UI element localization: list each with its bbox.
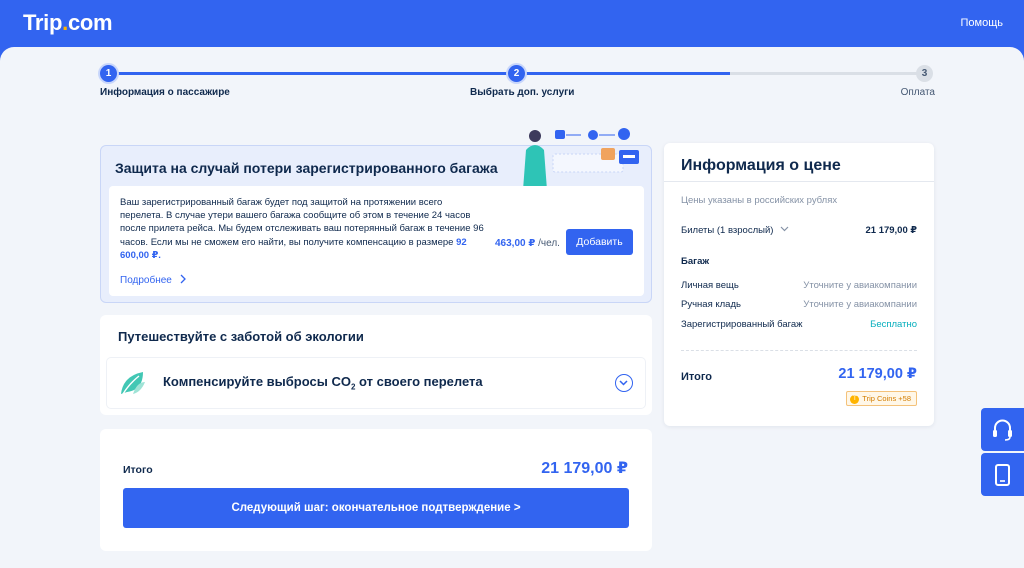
baggage-price-value: 463,00 ₽ (495, 238, 536, 249)
baggage-title: Защита на случай потери зарегистрированн… (115, 160, 498, 176)
step-1-circle: 1 (100, 65, 117, 82)
logo-text-suffix: com (67, 10, 113, 35)
baggage-row-carryon: Ручная кладь Уточните у авиакомпании (681, 299, 917, 310)
price-total-amount: 21 179,00 ₽ (838, 366, 917, 382)
baggage-row-value: Уточните у авиакомпании (803, 299, 917, 310)
step-2-label: Выбрать доп. услуги (470, 87, 575, 98)
top-bar: Trip.com Помощь (0, 0, 1024, 50)
trip-coins-label: Trip Coins +58 (862, 394, 911, 403)
progress-fill (109, 72, 730, 75)
divider (664, 181, 934, 182)
baggage-row-personal: Личная вещь Уточните у авиакомпании (681, 280, 917, 291)
eco-offset-post: от своего перелета (355, 374, 483, 389)
eco-offset-pre: Компенсируйте выбросы CO (163, 374, 351, 389)
price-info-title: Информация о цене (681, 157, 841, 174)
step-2-circle: 2 (508, 65, 525, 82)
help-link[interactable]: Помощь (961, 17, 1004, 29)
currency-note: Цены указаны в российских рублях (681, 195, 838, 206)
leaf-icon (121, 372, 145, 395)
tickets-row[interactable]: Билеты (1 взрослый) 21 179,00 ₽ (681, 225, 917, 236)
more-info-label: Подробнее (120, 275, 172, 286)
chevron-down-icon[interactable] (615, 374, 633, 392)
baggage-row-label: Личная вещь (681, 280, 739, 291)
add-baggage-button[interactable]: Добавить (566, 229, 633, 255)
step-1-label: Информация о пассажире (100, 87, 230, 98)
trip-logo[interactable]: Trip.com (23, 10, 113, 36)
eco-offset-row[interactable]: Компенсируйте выбросы CO2 от своего пере… (107, 358, 645, 408)
total-amount: 21 179,00 ₽ (541, 460, 628, 477)
tickets-label: Билеты (1 взрослый) (681, 225, 774, 236)
price-total-label: Итого (681, 371, 713, 383)
logo-text-main: Trip (23, 10, 63, 35)
progress-stepper: 1 2 3 Информация о пассажире Выбрать доп… (100, 65, 935, 105)
baggage-row-label: Зарегистрированный багаж (681, 319, 803, 330)
baggage-price: 463,00 ₽ /чел. (495, 238, 560, 249)
main-content: 1 2 3 Информация о пассажире Выбрать доп… (0, 47, 1024, 568)
baggage-description-text: Ваш зарегистрированный багаж будет под з… (120, 197, 484, 248)
eco-card: Путешествуйте с заботой об экологии Комп… (100, 315, 652, 415)
total-label: Итого (123, 464, 153, 476)
baggage-heading: Багаж (681, 256, 710, 267)
chevron-right-icon (180, 274, 186, 284)
mobile-app-button[interactable] (981, 453, 1024, 496)
baggage-row-value: Бесплатно (870, 319, 917, 330)
tickets-amount: 21 179,00 ₽ (865, 225, 917, 236)
baggage-details: Ваш зарегистрированный багаж будет под з… (109, 186, 644, 296)
baggage-price-unit: /чел. (535, 238, 560, 249)
baggage-protection-card: Защита на случай потери зарегистрированн… (100, 128, 652, 303)
eco-offset-label: Компенсируйте выбросы CO2 от своего пере… (163, 374, 483, 392)
baggage-row-checked: Зарегистрированный багаж Бесплатно (681, 319, 917, 330)
support-button[interactable] (981, 408, 1024, 451)
phone-icon (995, 464, 1010, 486)
price-info-card: Информация о цене Цены указаны в российс… (664, 143, 934, 426)
trip-coins-badge: T Trip Coins +58 (846, 391, 917, 406)
chevron-down-icon (780, 226, 789, 232)
dashed-divider (681, 350, 917, 351)
more-info-link[interactable]: Подробнее (120, 274, 187, 286)
next-step-button[interactable]: Следующий шаг: окончательное подтвержден… (123, 488, 629, 528)
eco-title: Путешествуйте с заботой об экологии (118, 329, 364, 344)
baggage-illustration (523, 128, 639, 190)
baggage-row-value: Уточните у авиакомпании (803, 280, 917, 291)
baggage-description: Ваш зарегистрированный багаж будет под з… (120, 196, 488, 262)
headset-icon (993, 419, 1012, 441)
step-3-circle: 3 (916, 65, 933, 82)
baggage-row-label: Ручная кладь (681, 299, 741, 310)
step-3-label: Оплата (900, 87, 935, 98)
coin-icon: T (850, 394, 860, 404)
total-card: Итого 21 179,00 ₽ Следующий шаг: окончат… (100, 429, 652, 551)
